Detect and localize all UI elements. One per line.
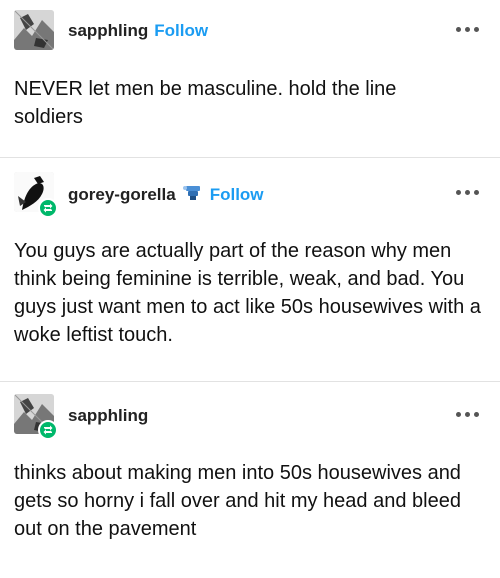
post-author: gorey-gorella Follow	[68, 184, 264, 207]
more-options-icon[interactable]	[456, 25, 484, 35]
more-options-icon[interactable]	[456, 188, 484, 198]
follow-button[interactable]: Follow	[210, 185, 264, 204]
more-options-icon[interactable]	[456, 410, 484, 420]
username-link[interactable]: gorey-gorella	[68, 185, 176, 204]
post-1: sapphling Follow NEVER let men be masculi…	[0, 0, 500, 158]
blog-badge-icon	[182, 184, 204, 207]
post-author: sapphling Follow	[68, 21, 208, 41]
post-author: sapphling	[68, 406, 148, 426]
reblog-badge	[38, 420, 58, 440]
avatar[interactable]	[14, 10, 54, 50]
reblog-badge	[38, 198, 58, 218]
username-link[interactable]: sapphling	[68, 21, 148, 40]
avatar-image	[14, 10, 54, 50]
reblog-icon	[43, 203, 53, 213]
post-3: sapphling thinks about making men into 5…	[0, 382, 500, 578]
follow-button[interactable]: Follow	[154, 21, 208, 40]
post-text: NEVER let men be masculine. hold the lin…	[14, 78, 397, 128]
username-link[interactable]: sapphling	[68, 406, 148, 425]
post-text: thinks about making men into 50s housewi…	[14, 462, 461, 540]
post-text: You guys are actually part of the reason…	[14, 240, 481, 346]
reblog-icon	[43, 425, 53, 435]
post-2: gorey-gorella Follow You guys are actual…	[0, 158, 500, 382]
